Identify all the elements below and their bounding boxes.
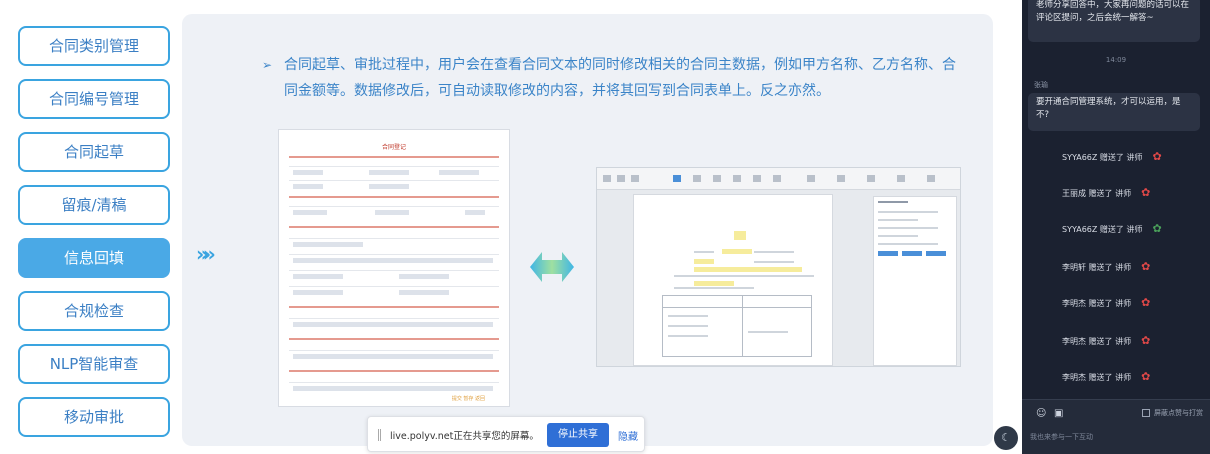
chat-input[interactable]: 我也来参与一下互动 [1030,432,1093,442]
chat-input-area: ☺ ▣ 屏蔽点赞与打赏 我也来参与一下互动 [1022,399,1210,454]
drag-handle-icon[interactable] [378,429,381,441]
chat-timestamp: 14:09 [1105,56,1127,64]
form-footer-actions: 提交 暂存 返回 [451,396,485,402]
gift-notice: 李明轩 赠送了 讲师 ✿ [1062,260,1151,273]
word-document-preview [596,167,961,367]
gift-notice: SYYA66Z 赠送了 讲师 ✿ [1062,150,1162,163]
word-side-panel [873,196,957,366]
chat-nickname: 张瑜 [1034,81,1048,89]
menu-item-contract-number[interactable]: 合同编号管理 [18,79,170,119]
two-way-arrow-icon [530,252,574,282]
form-title: 合同登记 [381,144,406,151]
word-page [633,194,833,366]
rose-icon: ✿ [1152,150,1162,163]
rose-icon: ✿ [1141,260,1151,273]
screen-share-bar: live.polyv.net正在共享您的屏幕。 停止共享 隐藏 [367,416,645,452]
contract-form-preview: 合同登记 提交 暂存 返回 [278,129,510,407]
menu-item-contract-category[interactable]: 合同类别管理 [18,26,170,66]
menu-item-compliance-check[interactable]: 合规检查 [18,291,170,331]
plant-icon: ✿ [1152,222,1162,235]
gift-notice: 李明杰 赠送了 讲师 ✿ [1062,296,1151,309]
emoji-icon[interactable]: ☺ [1036,408,1046,419]
rose-icon: ✿ [1141,370,1151,383]
word-ribbon [597,168,960,190]
only-teacher-label: 屏蔽点赞与打赏 [1154,409,1203,417]
bullet-arrow-icon: ➢ [262,58,273,72]
image-icon[interactable]: ▣ [1054,408,1063,419]
rose-icon: ✿ [1141,186,1151,199]
rose-icon: ✿ [1141,296,1151,309]
chat-sidebar: 老师分享回答中，大家再问题的话可以在评论区提问，之后会统一解答~ 14:09 张… [1022,0,1210,454]
chat-message: 要开通合同管理系统，才可以运用，是不? [1028,93,1200,131]
chat-message: 老师分享回答中，大家再问题的话可以在评论区提问，之后会统一解答~ [1028,0,1200,42]
bullet-text: 合同起草、审批过程中，用户会在查看合同文本的同时修改相关的合同主数据，例如甲方名… [284,57,956,99]
rose-icon: ✿ [1141,334,1151,347]
menu-item-mobile-approval[interactable]: 移动审批 [18,397,170,437]
form-section-bar [289,156,499,158]
hide-link[interactable]: 隐藏 [618,428,638,443]
share-message: live.polyv.net正在共享您的屏幕。 [390,431,539,442]
gift-notice: 李明杰 赠送了 讲师 ✿ [1062,334,1151,347]
chevron-right-icon: »» [196,242,216,266]
slide-bullet: ➢ 合同起草、审批过程中，用户会在查看合同文本的同时修改相关的合同主数据，例如甲… [262,52,962,104]
menu-item-revision-cleanup[interactable]: 留痕/清稿 [18,185,170,225]
menu-item-info-backfill[interactable]: 信息回填 [18,238,170,278]
stop-sharing-button[interactable]: 停止共享 [547,423,609,447]
gift-notice: SYYA66Z 赠送了 讲师 ✿ [1062,222,1162,235]
gift-notice: 王丽成 赠送了 讲师 ✿ [1062,186,1151,199]
menu-item-nlp-review[interactable]: NLP智能审查 [18,344,170,384]
gift-notice: 李明杰 赠送了 讲师 ✿ [1062,370,1151,383]
only-teacher-checkbox[interactable] [1142,409,1150,417]
feature-menu: 合同类别管理 合同编号管理 合同起草 留痕/清稿 信息回填 合规检查 NLP智能… [18,26,170,450]
theme-toggle-icon[interactable]: ☾ [994,426,1018,450]
menu-item-contract-draft[interactable]: 合同起草 [18,132,170,172]
